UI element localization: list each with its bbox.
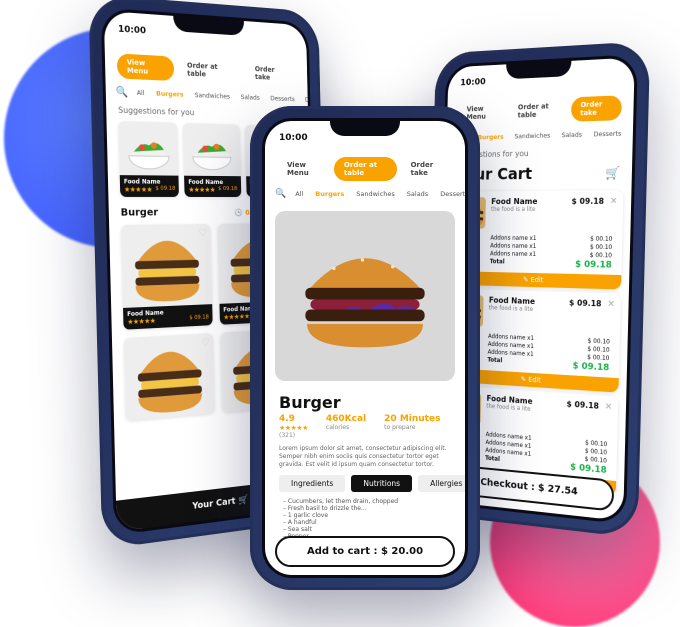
- addon-label: Addons name x1: [490, 242, 536, 250]
- add-to-cart-button[interactable]: Add to cart : $ 20.00: [275, 536, 455, 567]
- cart-bar-label: Your Cart 🛒: [192, 495, 248, 512]
- notch: [330, 118, 400, 136]
- product-description: Lorem ipsum dolor sit amet, consectetur …: [265, 441, 465, 473]
- tab-allergies[interactable]: Allergies: [418, 475, 465, 492]
- order-mode-tabs: View Menu Order at table Order take: [265, 151, 465, 183]
- time-metric: 20 Minutes to prepare: [384, 414, 440, 431]
- cat-salads[interactable]: Salads: [402, 187, 433, 201]
- item-price: $ 09.18: [566, 399, 599, 434]
- cat-salads[interactable]: Salads: [557, 127, 587, 142]
- total-label: Total: [487, 357, 502, 368]
- product-card[interactable]: ♡: [124, 333, 215, 421]
- total-value: $ 09.18: [570, 462, 607, 476]
- addon-label: Addons name x1: [490, 235, 536, 242]
- cat-desserts[interactable]: Desserts: [589, 126, 627, 141]
- heart-icon[interactable]: ♡: [198, 228, 207, 239]
- ingredient-item: Sea salt: [283, 526, 447, 533]
- tab-order-take[interactable]: Order take: [401, 157, 453, 181]
- product-hero-image: [275, 211, 455, 381]
- cart-icon[interactable]: 🛒: [605, 165, 620, 180]
- star-icon: ★★★★★: [188, 186, 215, 194]
- kcal-metric: 460Kcal calories: [326, 414, 366, 431]
- close-icon[interactable]: ✕: [607, 299, 615, 332]
- tab-order-take[interactable]: Order take: [246, 61, 297, 87]
- item-price: $ 09.18: [568, 298, 601, 332]
- tab-order-table[interactable]: Order at table: [177, 57, 242, 84]
- close-icon[interactable]: ✕: [609, 197, 617, 230]
- tab-order-take[interactable]: Order take: [570, 95, 621, 121]
- addon-price: $ 00.10: [587, 346, 609, 354]
- product-metrics: 4.9 ★★★★★ (321) 460Kcal calories 20 Minu…: [265, 412, 465, 441]
- cat-desserts[interactable]: Desserts: [266, 91, 299, 106]
- cat-salads[interactable]: Salads: [236, 90, 264, 105]
- addon-price: $ 00.10: [590, 244, 612, 251]
- total-value: $ 09.18: [572, 361, 609, 373]
- detail-tabs: Ingredients Nutritions Allergies: [265, 473, 465, 494]
- cat-desserts[interactable]: Desserts: [435, 187, 465, 201]
- ingredient-item: Cucumbers, let them drain, chopped: [283, 498, 447, 505]
- minutes-value: 20 Minutes: [384, 414, 440, 424]
- addon-price: $ 00.10: [588, 338, 610, 346]
- cat-sandwiches[interactable]: Sandwiches: [351, 187, 400, 201]
- cat-sandwiches[interactable]: Sandwiches: [190, 88, 235, 104]
- star-icon: ★★★★★: [279, 424, 308, 432]
- tab-order-table[interactable]: Order at table: [508, 98, 567, 124]
- cat-burgers[interactable]: Burgers: [151, 86, 188, 102]
- tab-view-menu[interactable]: View Menu: [277, 157, 330, 181]
- card-price: $ 09.18: [155, 186, 175, 194]
- item-name: Food Name: [491, 197, 566, 206]
- ingredient-item: Fresh basil to drizzle the…: [283, 505, 447, 512]
- addon-price: $ 00.10: [590, 252, 612, 260]
- search-icon[interactable]: 🔍: [275, 189, 286, 199]
- addon-price: $ 00.10: [590, 236, 612, 243]
- suggestion-card[interactable]: Food Name ★★★★★$ 09.18: [183, 123, 241, 197]
- suggestion-card[interactable]: Food Name ★★★★★$ 09.18: [118, 121, 179, 197]
- tab-ingredients[interactable]: Ingredients: [279, 475, 345, 492]
- rating-metric: 4.9 ★★★★★ (321): [279, 414, 308, 439]
- rating-value: 4.9: [279, 414, 295, 424]
- kcal-value: 460Kcal: [326, 414, 366, 424]
- total-value: $ 09.18: [575, 260, 612, 271]
- phone-detail: 10:00 View Menu Order at table Order tak…: [250, 106, 480, 590]
- ingredient-item: A handful: [283, 519, 447, 526]
- card-price: $ 09.18: [189, 314, 209, 323]
- close-icon[interactable]: ✕: [604, 402, 612, 435]
- tab-nutritions[interactable]: Nutritions: [351, 475, 412, 492]
- cat-drinks[interactable]: Drinks: [628, 125, 633, 140]
- cat-all[interactable]: All: [290, 187, 308, 201]
- status-time: 10:00: [460, 77, 486, 88]
- addon-price: $ 00.10: [587, 354, 609, 362]
- card-price: $ 09.18: [218, 186, 237, 194]
- tab-order-table[interactable]: Order at table: [334, 157, 397, 181]
- cat-all[interactable]: All: [132, 85, 150, 100]
- item-subtitle: the food is a lite: [491, 206, 536, 213]
- tab-view-menu[interactable]: View Menu: [117, 53, 175, 81]
- total-label: Total: [490, 258, 505, 268]
- status-time: 10:00: [118, 24, 146, 36]
- star-icon: ★★★★★: [124, 186, 152, 194]
- clock-icon: 🕒: [235, 208, 243, 216]
- rating-count: (321): [279, 432, 295, 439]
- search-icon[interactable]: 🔍: [116, 86, 129, 98]
- item-price: $ 09.18: [571, 197, 604, 230]
- heart-icon[interactable]: ♡: [201, 337, 210, 349]
- star-icon: ★★★★★: [223, 312, 249, 321]
- ingredient-item: 1 garlic clove: [283, 512, 447, 519]
- total-label: Total: [485, 455, 500, 466]
- star-icon: ★★★★★: [127, 317, 155, 327]
- section-title: Burger: [121, 207, 159, 219]
- product-title: Burger: [265, 387, 465, 412]
- status-time: 10:00: [279, 133, 308, 143]
- item-subtitle: the food is a lite: [489, 304, 533, 313]
- category-nav: 🔍 All Burgers Sandwiches Salads Desserts…: [265, 183, 465, 205]
- addon-label: Addons name x1: [490, 250, 536, 258]
- product-card[interactable]: ♡ Food Name ★★★★★$ 09.18: [121, 224, 213, 330]
- cat-burgers[interactable]: Burgers: [310, 187, 349, 201]
- cat-sandwiches[interactable]: Sandwiches: [510, 128, 555, 143]
